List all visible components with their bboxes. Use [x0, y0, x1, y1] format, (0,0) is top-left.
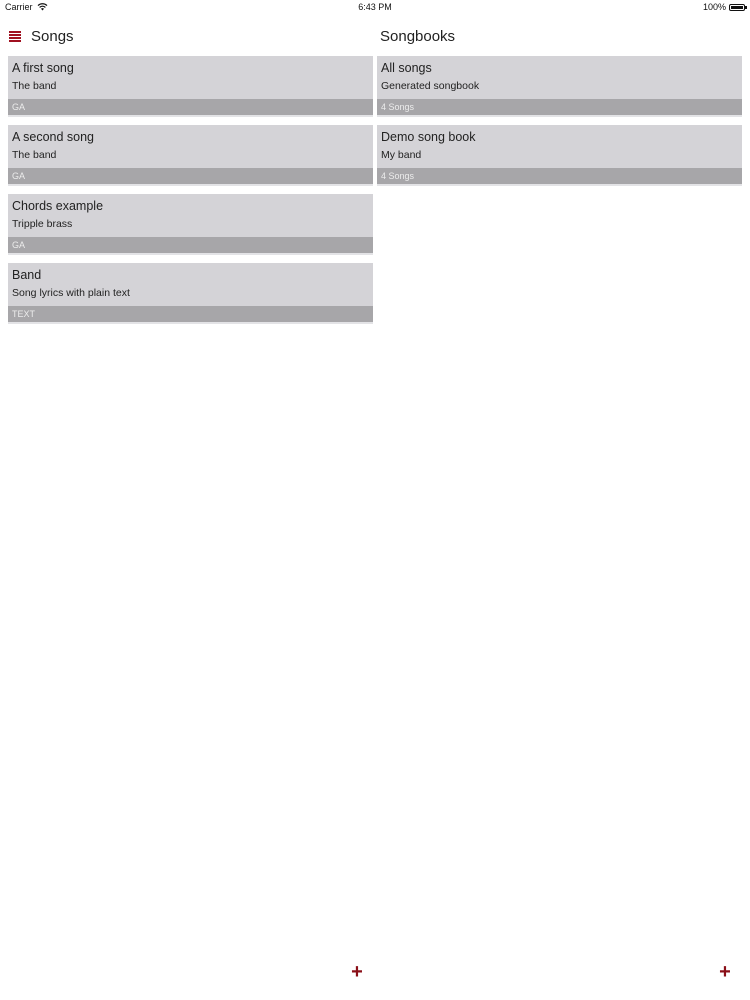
song-format: GA: [8, 168, 373, 184]
add-songbook-button[interactable]: +: [717, 962, 733, 982]
songbooks-title: Songbooks: [380, 27, 456, 45]
song-title: A first song: [12, 61, 74, 75]
songbook-subtitle: My band: [381, 149, 422, 161]
songbooks-header: Songbooks: [377, 16, 742, 56]
song-title: Chords example: [12, 199, 104, 213]
song-format: GA: [8, 99, 373, 115]
status-bar: Carrier 6:43 PM 100%: [0, 0, 750, 16]
songs-header: Songs: [8, 16, 373, 56]
song-artist: Tripple brass: [12, 218, 73, 230]
battery-percent: 100%: [702, 2, 726, 12]
songbooks-panel: Songbooks All songs Generated songbook 4…: [377, 16, 742, 1000]
songbook-item[interactable]: All songs Generated songbook 4 Songs: [377, 56, 742, 117]
song-title: A second song: [12, 130, 95, 144]
song-artist: Song lyrics with plain text: [12, 287, 130, 299]
songbook-title: Demo song book: [381, 130, 476, 144]
songs-panel: Songs A first song The band GA A second …: [8, 16, 373, 1000]
songbook-subtitle: Generated songbook: [381, 80, 480, 92]
song-artist: The band: [12, 149, 57, 161]
app-screen: Carrier 6:43 PM 100% Songs A first song …: [0, 0, 750, 1000]
songbook-count: 4 Songs: [377, 168, 742, 184]
song-format: GA: [8, 237, 373, 253]
song-item[interactable]: A first song The band GA: [8, 56, 373, 117]
songs-title: Songs: [31, 27, 74, 45]
battery-icon: [729, 3, 747, 11]
add-song-button[interactable]: +: [349, 962, 365, 982]
songbook-item[interactable]: Demo song book My band 4 Songs: [377, 125, 742, 186]
menu-icon[interactable]: [9, 30, 21, 42]
status-time: 6:43 PM: [358, 2, 392, 12]
songbook-count: 4 Songs: [377, 99, 742, 115]
song-format: TEXT: [8, 306, 373, 322]
song-artist: The band: [12, 80, 57, 92]
status-right: 100%: [702, 2, 747, 12]
song-item[interactable]: A second song The band GA: [8, 125, 373, 186]
song-item[interactable]: Band Song lyrics with plain text TEXT: [8, 263, 373, 324]
songbooks-list: All songs Generated songbook 4 Songs Dem…: [377, 56, 742, 186]
songbook-title: All songs: [381, 61, 432, 75]
songs-list: A first song The band GA A second song T…: [8, 56, 373, 324]
song-item[interactable]: Chords example Tripple brass GA: [8, 194, 373, 255]
song-title: Band: [12, 268, 42, 282]
